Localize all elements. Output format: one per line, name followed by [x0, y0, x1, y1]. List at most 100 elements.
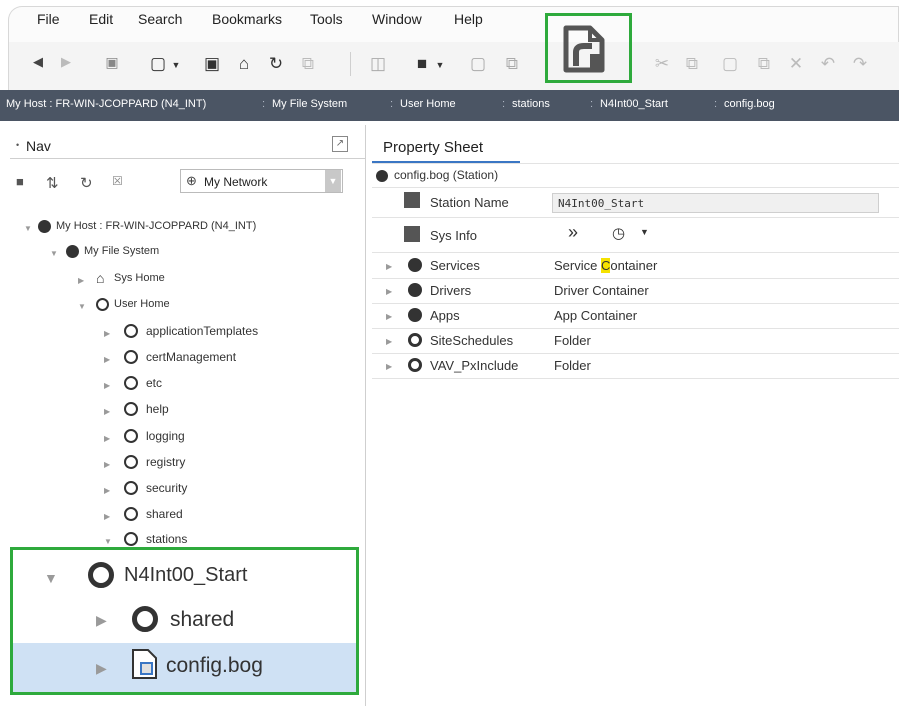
window-dropdown-icon[interactable]: ▼: [164, 60, 188, 70]
side-bar-icon[interactable]: ◫: [366, 54, 390, 74]
expand-triangle-icon[interactable]: ▼: [104, 537, 112, 546]
divider: [372, 278, 899, 279]
expand-triangle-icon[interactable]: ▶: [386, 312, 392, 321]
tree-item-folder[interactable]: certManagement: [146, 350, 236, 364]
close-icon[interactable]: ☒: [112, 174, 123, 188]
folder-icon: [124, 324, 138, 338]
expand-triangle-icon[interactable]: ▼: [50, 249, 58, 258]
home-icon[interactable]: ⌂: [232, 54, 256, 74]
breadcrumb-separator: :: [390, 98, 394, 110]
undo-icon[interactable]: ↶: [816, 54, 840, 74]
menu-edit[interactable]: Edit: [89, 11, 113, 27]
save-all-icon[interactable]: ⧉: [500, 54, 524, 74]
maximize-icon[interactable]: ↗: [332, 136, 348, 152]
breadcrumb-item-config[interactable]: config.bog: [724, 98, 775, 110]
expand-triangle-icon[interactable]: ▼: [24, 224, 32, 233]
cut-icon[interactable]: ✂: [650, 54, 674, 74]
divider: [372, 217, 899, 218]
menu-help[interactable]: Help: [454, 11, 483, 27]
folder-icon[interactable]: ■: [16, 174, 24, 189]
property-row-name[interactable]: SiteSchedules: [430, 333, 513, 348]
folder-icon: [408, 358, 422, 372]
nav-tab: [10, 133, 365, 159]
panel-divider[interactable]: [365, 125, 366, 706]
refresh-icon[interactable]: ↻: [264, 54, 288, 74]
breadcrumb-item-station[interactable]: N4Int00_Start: [600, 98, 668, 110]
tree-item-folder[interactable]: security: [146, 481, 187, 495]
expand-triangle-icon[interactable]: ▶: [104, 329, 110, 338]
redo-icon[interactable]: ↷: [848, 54, 872, 74]
breadcrumb-item-user-home[interactable]: User Home: [400, 98, 456, 110]
divider: [372, 353, 899, 354]
station-icon: [376, 170, 388, 182]
folder-icon: [124, 532, 138, 546]
home-view-icon[interactable]: ▣: [100, 54, 124, 71]
menu-window[interactable]: Window: [372, 11, 422, 27]
menu-bookmarks[interactable]: Bookmarks: [212, 11, 282, 27]
breadcrumb-separator: :: [714, 98, 718, 110]
expand-triangle-icon[interactable]: ▶: [104, 434, 110, 443]
expand-triangle-icon[interactable]: ▶: [78, 276, 84, 285]
expand-triangle-icon[interactable]: ▶: [386, 262, 392, 271]
copy-icon[interactable]: ⧉: [680, 54, 704, 74]
tree-item-folder[interactable]: applicationTemplates: [146, 324, 258, 338]
network-icon: ⊕: [186, 173, 197, 188]
clock-icon[interactable]: ◷: [612, 224, 625, 242]
property-row-name[interactable]: VAV_PxInclude: [430, 358, 518, 373]
refresh-icon[interactable]: ↻: [80, 174, 93, 192]
breadcrumb-item-host[interactable]: My Host : FR-WIN-JCOPPARD (N4_INT): [6, 98, 206, 110]
tree-item-folder[interactable]: stations: [146, 532, 187, 546]
menu-file[interactable]: File: [37, 11, 60, 27]
paste-icon[interactable]: ▢: [718, 54, 742, 74]
action-chevron-icon[interactable]: »: [568, 222, 578, 243]
tree-item-folder[interactable]: etc: [146, 376, 162, 390]
property-row-name[interactable]: Services: [430, 258, 480, 273]
expand-triangle-icon[interactable]: ▶: [104, 512, 110, 521]
expand-triangle-icon[interactable]: ▼: [78, 302, 86, 311]
station-name-value: N4Int00_Start: [558, 197, 645, 210]
property-row-value: Folder: [554, 358, 591, 373]
breadcrumb-item-file-system[interactable]: My File System: [272, 98, 347, 110]
property-row-name[interactable]: Apps: [430, 308, 460, 323]
folder-icon: [124, 481, 138, 495]
tree-item-sys-home[interactable]: Sys Home: [114, 272, 165, 284]
delete-icon[interactable]: ✕: [784, 54, 808, 74]
expand-triangle-icon[interactable]: ▶: [104, 460, 110, 469]
property-row-value: Service Container: [554, 258, 657, 273]
expand-triangle-icon[interactable]: ▶: [104, 486, 110, 495]
tree-item-folder[interactable]: shared: [146, 507, 183, 521]
menu-search[interactable]: Search: [138, 11, 182, 27]
nav-menu-icon[interactable]: •: [16, 140, 19, 150]
chevron-down-icon[interactable]: ▼: [325, 170, 341, 192]
chevron-down-icon[interactable]: ▼: [640, 227, 649, 237]
tree-item-folder[interactable]: registry: [146, 455, 185, 469]
tree-item-user-home[interactable]: User Home: [114, 298, 170, 310]
menu-tools[interactable]: Tools: [310, 11, 343, 27]
property-icon: [404, 192, 420, 208]
tab-icon[interactable]: ▣: [200, 54, 224, 74]
save-icon[interactable]: ▢: [466, 54, 490, 74]
copy-view-icon[interactable]: ⧉: [296, 54, 320, 74]
breadcrumb-item-stations[interactable]: stations: [512, 98, 550, 110]
breadcrumb-separator: :: [502, 98, 506, 110]
nav-title[interactable]: Nav: [26, 138, 51, 154]
expand-triangle-icon[interactable]: ▶: [104, 355, 110, 364]
tree-highlight-box: [10, 547, 359, 695]
open-file-icon[interactable]: [562, 24, 608, 74]
back-icon[interactable]: ◀: [26, 54, 50, 70]
expand-triangle-icon[interactable]: ▶: [386, 362, 392, 371]
tree-item-host[interactable]: My Host : FR-WIN-JCOPPARD (N4_INT): [56, 220, 256, 232]
tree-item-file-system[interactable]: My File System: [84, 245, 159, 257]
duplicate-icon[interactable]: ⧉: [752, 54, 776, 74]
forward-icon[interactable]: ▶: [54, 54, 78, 70]
expand-triangle-icon[interactable]: ▶: [104, 407, 110, 416]
expand-triangle-icon[interactable]: ▶: [104, 381, 110, 390]
file-system-icon: [66, 245, 79, 258]
tree-item-folder[interactable]: logging: [146, 429, 185, 443]
property-row-name[interactable]: Drivers: [430, 283, 471, 298]
expand-triangle-icon[interactable]: ▶: [386, 337, 392, 346]
expand-triangle-icon[interactable]: ▶: [386, 287, 392, 296]
folder-dropdown-icon[interactable]: ▼: [428, 60, 452, 70]
sort-icon[interactable]: ⇅: [46, 174, 59, 192]
tree-item-folder[interactable]: help: [146, 402, 169, 416]
